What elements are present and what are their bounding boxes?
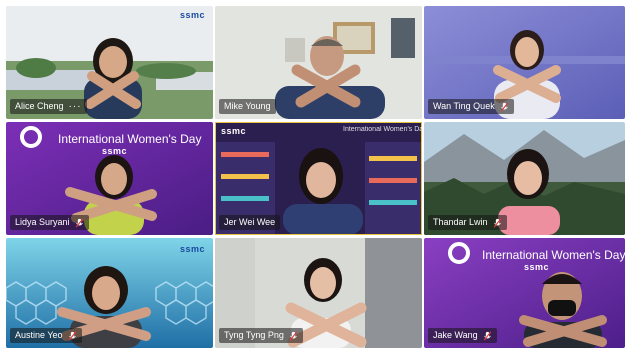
mic-muted-icon — [68, 330, 76, 341]
mic-muted-icon — [493, 217, 501, 228]
participant-name: Thandar Lwin — [433, 217, 488, 227]
video-tile-lidya-suryani[interactable]: International Women's Day ssmc Lidya Sur… — [6, 122, 213, 235]
event-title: International Women's Day — [482, 248, 625, 262]
participant-name-tag: Alice Cheng ··· — [10, 99, 87, 114]
ssmc-logo: ssmc — [221, 126, 247, 136]
participant-name: Jer Wei Wee — [224, 217, 276, 227]
participant-name-tag: Tyng Tyng Png — [219, 328, 303, 343]
participant-name-tag: Thandar Lwin — [428, 215, 507, 230]
participant-name-tag: Mike Young — [219, 99, 276, 114]
participant-name: Lidya Suryani — [15, 217, 70, 227]
participant-name: Jake Wang — [433, 330, 478, 340]
event-title: International Women's Day — [58, 132, 202, 146]
iwd-logo-icon — [20, 126, 42, 148]
participant-name: Wan Ting Quek — [433, 101, 495, 111]
participant-name-tag: Jake Wang — [428, 328, 497, 343]
video-tile-alice-cheng[interactable]: ssmc Alice Cheng ··· — [6, 6, 213, 119]
ssmc-logo: ssmc — [179, 244, 205, 254]
video-tile-mike-young[interactable]: Mike Young — [215, 6, 422, 119]
participant-name-tag: Jer Wei Wee — [219, 215, 281, 230]
participant-name-tag: Wan Ting Quek — [428, 99, 514, 114]
participant-name: Tyng Tyng Png — [224, 330, 284, 340]
mic-muted-icon — [483, 330, 491, 341]
video-tile-tyng-tyng-png[interactable]: Tyng Tyng Png — [215, 238, 422, 348]
video-tile-austine-yeo[interactable]: ssmc Austine Yeo — [6, 238, 213, 348]
ssmc-logo: ssmc — [524, 262, 550, 272]
participant-name-tag: Lidya Suryani — [10, 215, 89, 230]
participant-name-tag: Austine Yeo — [10, 328, 82, 343]
participant-name: Austine Yeo — [15, 330, 63, 340]
mic-muted-icon — [289, 330, 298, 341]
video-tile-thandar-lwin[interactable]: Thandar Lwin — [424, 122, 625, 235]
video-tile-jer-wei-wee[interactable]: ssmc International Women's Day Jer Wei W… — [215, 122, 422, 235]
ssmc-logo: ssmc — [102, 146, 128, 156]
mic-muted-icon — [500, 101, 508, 112]
mic-muted-icon — [75, 217, 83, 228]
video-tile-jake-wang[interactable]: International Women's Day ssmc Jake Wang — [424, 238, 625, 348]
ssmc-logo: ssmc — [179, 10, 205, 20]
more-options-icon[interactable]: ··· — [69, 101, 82, 111]
event-title: International Women's Day — [343, 126, 422, 133]
video-gallery: ssmc Alice Cheng ··· Mike Young Wan Ting… — [6, 6, 625, 350]
iwd-logo-icon — [448, 242, 470, 264]
participant-name: Mike Young — [224, 101, 271, 111]
participant-name: Alice Cheng — [15, 101, 64, 111]
video-tile-wan-ting-quek[interactable]: Wan Ting Quek — [424, 6, 625, 119]
